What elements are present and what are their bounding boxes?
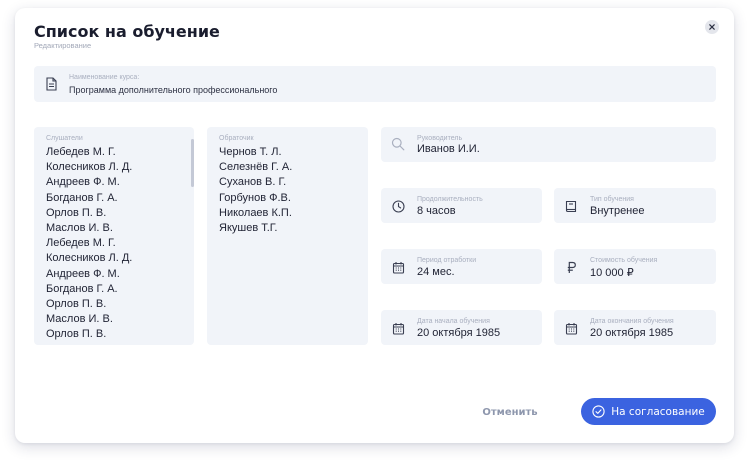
start-date-label: Дата начала обучения [417, 318, 490, 325]
trainers-label: Обраточик [219, 135, 254, 142]
cost-label: Стоимость обучения [590, 257, 658, 264]
trainers-items: Чернов Т. Л. Селезнёв Г. А. Суханов В. Г. Г… [219, 145, 292, 236]
course-name-field[interactable]: Наименование курса: Программа дополнител… [34, 66, 716, 102]
calendar-icon [391, 321, 405, 335]
listener-item[interactable]: Колесников Л. Д. [46, 251, 132, 266]
start-date-field[interactable]: Дата начала обучения 20 октября 1985 [381, 310, 542, 345]
trainer-item[interactable]: Суханов В. Г. [219, 175, 292, 190]
dialog-title: Список на обучение [34, 22, 220, 41]
cost-value: 10 000 ₽ [590, 267, 634, 279]
course-name-value: Программа дополнительного профессиональн… [69, 85, 278, 95]
end-date-value: 20 октября 1985 [590, 327, 674, 339]
clock-icon [391, 199, 405, 213]
period-field[interactable]: Период отработки 24 мес. [381, 249, 542, 284]
trainer-item[interactable]: Чернов Т. Л. [219, 145, 292, 160]
ruble-icon [564, 260, 578, 274]
listener-item[interactable]: Орлов П. В. [46, 327, 132, 342]
leader-value: Иванов И.И. [417, 143, 480, 155]
trainer-item[interactable]: Горбунов Ф.В. [219, 191, 292, 206]
listeners-list[interactable]: Слушатели Лебедев М. Г. Колесников Л. Д. А… [34, 127, 194, 345]
period-value: 24 мес. [417, 266, 455, 278]
listeners-scrollbar[interactable] [191, 139, 194, 187]
period-label: Период отработки [417, 257, 477, 264]
calendar-icon [391, 260, 405, 274]
cost-field[interactable]: Стоимость обучения 10 000 ₽ [554, 249, 716, 284]
listener-item[interactable]: Лебедев М. Г. [46, 236, 132, 251]
listener-item[interactable]: Андреев Ф. М. [46, 267, 132, 282]
training-type-field[interactable]: Тип обучения Внутренее [554, 188, 716, 223]
document-icon [44, 77, 58, 91]
listener-item[interactable]: Лебедев М. Г. [46, 145, 132, 160]
end-date-label: Дата окончания обучения [590, 318, 674, 325]
listeners-label: Слушатели [46, 135, 83, 142]
book-icon [564, 199, 578, 213]
check-circle-icon [592, 405, 605, 418]
training-list-dialog: Список на обучение Редактирование Наимен… [15, 8, 734, 443]
end-date-field[interactable]: Дата окончания обучения 20 октября 1985 [554, 310, 716, 345]
submit-button-label: На согласование [611, 405, 705, 418]
trainer-item[interactable]: Николаев К.П. [219, 206, 292, 221]
close-button[interactable] [705, 20, 719, 34]
duration-label: Продолжительность [417, 196, 483, 203]
close-icon [709, 24, 715, 30]
listener-item[interactable]: Маслов И. В. [46, 221, 132, 236]
course-name-label: Наименование курса: [69, 74, 140, 81]
search-icon [391, 137, 405, 151]
leader-field[interactable]: Руководитель Иванов И.И. [381, 127, 716, 162]
cancel-button[interactable]: Отменить [470, 401, 550, 423]
listener-item[interactable]: Орлов П. В. [46, 206, 132, 221]
listener-item[interactable]: Маслов И. В. [46, 312, 132, 327]
duration-value: 8 часов [417, 205, 456, 217]
training-type-label: Тип обучения [590, 196, 634, 203]
start-date-value: 20 октября 1985 [417, 327, 501, 339]
trainers-list[interactable]: Обраточик Чернов Т. Л. Селезнёв Г. А. Суха… [207, 127, 368, 345]
dialog-subtitle: Редактирование [34, 41, 92, 50]
duration-field[interactable]: Продолжительность 8 часов [381, 188, 542, 223]
training-type-value: Внутренее [590, 205, 645, 217]
listener-item[interactable]: Орлов П. В. [46, 297, 132, 312]
leader-label: Руководитель [417, 135, 463, 142]
listener-item[interactable]: Колесников Л. Д. [46, 160, 132, 175]
listener-item[interactable]: Андреев Ф. М. [46, 175, 132, 190]
trainer-item[interactable]: Селезнёв Г. А. [219, 160, 292, 175]
listeners-items: Лебедев М. Г. Колесников Л. Д. Андреев Ф. … [46, 145, 132, 342]
listener-item[interactable]: Богданов Г. А. [46, 282, 132, 297]
submit-for-approval-button[interactable]: На согласование [581, 398, 716, 425]
calendar-icon [564, 321, 578, 335]
listener-item[interactable]: Богданов Г. А. [46, 191, 132, 206]
trainer-item[interactable]: Якушев Т.Г. [219, 221, 292, 236]
